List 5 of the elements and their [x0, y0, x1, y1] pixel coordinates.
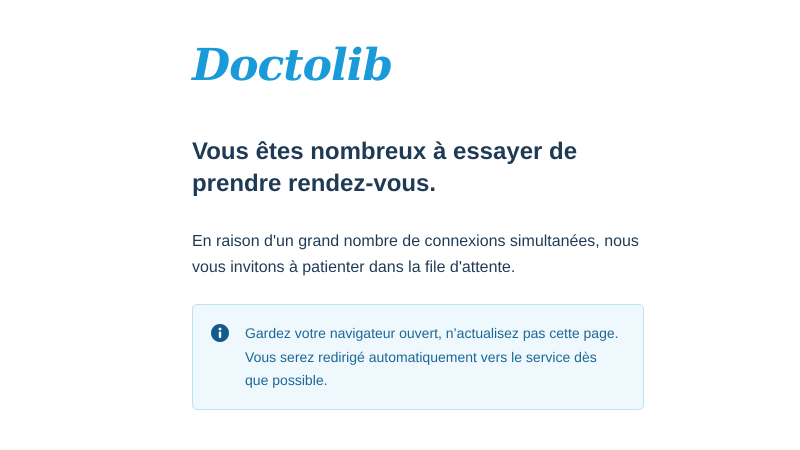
page-heading: Vous êtes nombreux à essayer de prendre rendez-vous.: [192, 137, 578, 199]
logo: Doctolib: [192, 39, 392, 93]
notice-text: Gardez votre navigateur ouvert, n’actualisez pas cette page. Vous serez redirigé automatiquement vers le service dès que possible.: [245, 324, 620, 390]
info-icon: [211, 324, 229, 342]
message-text: En raison d'un grand nombre de connexions simultanées, nous vous invitons à patienter dans la file d'attente.: [192, 232, 640, 278]
